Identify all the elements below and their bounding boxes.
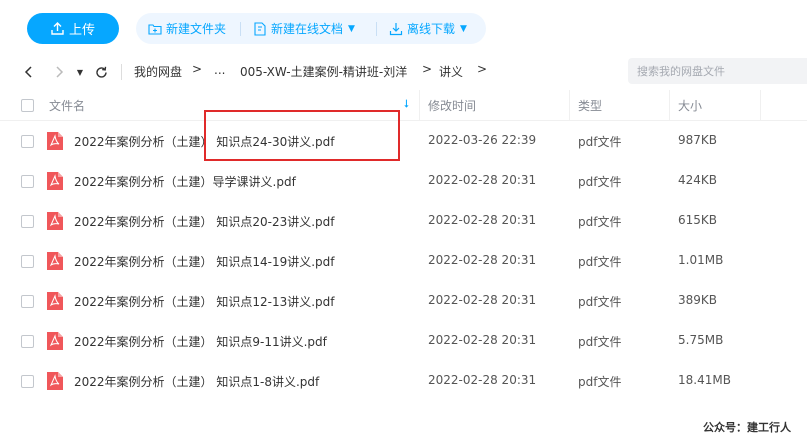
history-dropdown[interactable]: ▼ xyxy=(74,62,86,82)
file-type: pdf文件 xyxy=(578,215,622,229)
refresh-icon xyxy=(95,66,107,78)
row-checkbox[interactable] xyxy=(21,295,34,308)
column-divider xyxy=(760,90,761,120)
select-all-checkbox[interactable] xyxy=(21,99,34,112)
forward-button[interactable] xyxy=(52,62,66,82)
file-size: 1.01MB xyxy=(678,253,724,267)
file-size: 5.75MB xyxy=(678,333,724,347)
breadcrumb-ellipsis[interactable]: ... xyxy=(214,63,225,77)
row-checkbox[interactable] xyxy=(21,375,34,388)
table-row[interactable]: 2022年案例分析（土建） 知识点24-30讲义.pdf 2022-03-26 … xyxy=(0,121,807,161)
toolbar: 上传 新建文件夹 新建在线文档 ▼ 离线下载 ▼ xyxy=(0,0,807,58)
file-name: 2022年案例分析（土建） 知识点20-23讲义.pdf xyxy=(74,215,335,229)
row-checkbox[interactable] xyxy=(21,135,34,148)
pdf-file-icon xyxy=(47,292,63,310)
pdf-file-icon xyxy=(47,172,63,190)
upload-label: 上传 xyxy=(68,23,95,38)
search-input[interactable] xyxy=(628,58,807,84)
file-type: pdf文件 xyxy=(578,295,622,309)
pdf-file-icon xyxy=(47,332,63,350)
pdf-file-icon xyxy=(47,212,63,230)
file-size: 424KB xyxy=(678,173,718,187)
new-folder-label: 新建文件夹 xyxy=(166,22,227,36)
file-type: pdf文件 xyxy=(578,375,622,389)
file-modified: 2022-02-28 20:31 xyxy=(428,213,537,227)
table-row[interactable]: 2022年案例分析（土建） 知识点1-8讲义.pdf 2022-02-28 20… xyxy=(0,361,807,401)
pdf-file-icon xyxy=(47,372,63,390)
column-header-name[interactable]: 文件名 xyxy=(49,97,85,114)
column-divider xyxy=(419,90,420,120)
breadcrumb-root[interactable]: 我的网盘 xyxy=(134,63,182,80)
file-size: 389KB xyxy=(678,293,718,307)
file-size: 987KB xyxy=(678,133,718,147)
chevron-left-icon xyxy=(24,66,32,78)
divider xyxy=(121,64,122,80)
file-modified: 2022-02-28 20:31 xyxy=(428,253,537,267)
column-header-modified[interactable]: 修改时间 xyxy=(428,97,476,114)
breadcrumb-separator: > xyxy=(422,62,433,76)
file-type: pdf文件 xyxy=(578,135,622,149)
file-type: pdf文件 xyxy=(578,255,622,269)
new-online-doc-button[interactable]: 新建在线文档 ▼ xyxy=(253,13,355,44)
file-modified: 2022-02-28 20:31 xyxy=(428,293,537,307)
offline-download-button[interactable]: 离线下载 ▼ xyxy=(389,13,467,44)
row-checkbox[interactable] xyxy=(21,335,34,348)
dropdown-caret-icon: ▼ xyxy=(460,23,467,34)
column-header-type[interactable]: 类型 xyxy=(578,97,602,114)
breadcrumb-folder[interactable]: 005-XW-土建案例-精讲班-刘洋 xyxy=(240,63,407,80)
new-folder-button[interactable]: 新建文件夹 xyxy=(148,13,226,44)
table-row[interactable]: 2022年案例分析（土建） 知识点20-23讲义.pdf 2022-02-28 … xyxy=(0,201,807,241)
divider xyxy=(240,22,241,36)
sort-arrow-icon[interactable]: ⭣ xyxy=(404,97,409,111)
table-row[interactable]: 2022年案例分析（土建） 知识点9-11讲义.pdf 2022-02-28 2… xyxy=(0,321,807,361)
upload-icon xyxy=(51,22,64,35)
upload-button[interactable]: 上传 xyxy=(27,13,119,44)
chevron-right-icon xyxy=(56,66,64,78)
row-checkbox[interactable] xyxy=(21,255,34,268)
breadcrumb-separator: > xyxy=(192,62,203,76)
pdf-file-icon xyxy=(47,132,63,150)
caret-down-icon: ▼ xyxy=(76,67,84,77)
file-modified: 2022-02-28 20:31 xyxy=(428,373,537,387)
highlight-annotation xyxy=(204,110,400,161)
watermark-text: 公众号：建工行人 xyxy=(703,421,791,434)
file-size: 615KB xyxy=(678,213,718,227)
breadcrumb-separator: > xyxy=(477,62,488,76)
offline-download-label: 离线下载 xyxy=(407,22,456,36)
file-type: pdf文件 xyxy=(578,175,622,189)
tool-group: 新建文件夹 新建在线文档 ▼ 离线下载 ▼ xyxy=(136,13,486,44)
table-row[interactable]: 2022年案例分析（土建） 知识点14-19讲义.pdf 2022-02-28 … xyxy=(0,241,807,281)
table-row[interactable]: 2022年案例分析（土建） 知识点12-13讲义.pdf 2022-02-28 … xyxy=(0,281,807,321)
file-name: 2022年案例分析（土建） 知识点9-11讲义.pdf xyxy=(74,335,327,349)
refresh-button[interactable] xyxy=(93,62,109,82)
file-size: 18.41MB xyxy=(678,373,731,387)
navigation-bar: ▼ 我的网盘 > ... 005-XW-土建案例-精讲班-刘洋 > 讲义 > xyxy=(0,58,807,86)
new-online-doc-label: 新建在线文档 xyxy=(271,22,344,36)
file-name: 2022年案例分析（土建） 知识点12-13讲义.pdf xyxy=(74,295,335,309)
row-checkbox[interactable] xyxy=(21,215,34,228)
breadcrumb-current[interactable]: 讲义 xyxy=(439,63,463,80)
file-name: 2022年案例分析（土建） 知识点1-8讲义.pdf xyxy=(74,375,320,389)
document-plus-icon xyxy=(254,21,266,36)
column-divider xyxy=(669,90,670,120)
row-checkbox[interactable] xyxy=(21,175,34,188)
pdf-file-icon xyxy=(47,252,63,270)
file-name: 2022年案例分析（土建）导学课讲义.pdf xyxy=(74,175,296,189)
back-button[interactable] xyxy=(20,62,38,82)
column-header-size[interactable]: 大小 xyxy=(678,97,702,114)
file-type: pdf文件 xyxy=(578,335,622,349)
folder-plus-icon xyxy=(148,23,162,35)
file-modified: 2022-02-28 20:31 xyxy=(428,173,537,187)
file-name: 2022年案例分析（土建） 知识点14-19讲义.pdf xyxy=(74,255,335,269)
column-divider xyxy=(569,90,570,120)
file-modified: 2022-03-26 22:39 xyxy=(428,133,537,147)
dropdown-caret-icon: ▼ xyxy=(348,23,355,34)
divider xyxy=(376,22,377,36)
file-modified: 2022-02-28 20:31 xyxy=(428,333,537,347)
table-header: 文件名 ⭣ 修改时间 类型 大小 xyxy=(0,90,807,121)
download-icon xyxy=(389,22,403,35)
table-row[interactable]: 2022年案例分析（土建）导学课讲义.pdf 2022-02-28 20:31 … xyxy=(0,161,807,201)
